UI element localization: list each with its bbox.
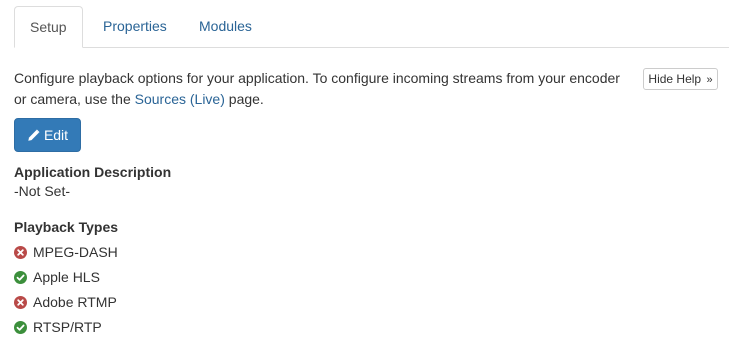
x-circle-icon [14,246,27,259]
check-circle-icon [14,271,27,284]
tab-bar: Setup Properties Modules [14,6,729,48]
help-text: Configure playback options for your appl… [14,68,626,110]
edit-button[interactable]: Edit [14,118,81,152]
check-circle-icon [14,321,27,334]
playback-type-label: Adobe RTMP [33,294,117,310]
playback-type-label: RTSP/RTP [33,319,102,335]
playback-type-rtsp-rtp: RTSP/RTP [14,317,102,337]
edit-button-label: Edit [43,127,69,143]
playback-types-title: Playback Types [14,219,119,235]
sources-live-link[interactable]: Sources (Live) [135,91,225,107]
hide-help-button[interactable]: Hide Help » [643,68,718,90]
playback-type-mpeg-dash: MPEG-DASH [14,242,118,262]
pencil-icon [28,129,40,141]
tab-properties[interactable]: Properties [86,6,184,47]
help-text-after: page. [224,91,264,107]
hide-help-label: Hide Help [648,72,702,86]
playback-type-label: MPEG-DASH [33,244,118,260]
help-text-before: Configure playback options for your appl… [14,70,620,107]
tab-setup[interactable]: Setup [14,6,83,48]
application-description-title: Application Description [14,164,172,180]
application-description-value: -Not Set- [14,183,71,199]
x-circle-icon [14,296,27,309]
playback-type-adobe-rtmp: Adobe RTMP [14,292,117,312]
playback-type-apple-hls: Apple HLS [14,267,100,287]
tab-modules[interactable]: Modules [182,6,269,47]
playback-type-label: Apple HLS [33,269,100,285]
double-chevron-right-icon: » [706,74,713,86]
